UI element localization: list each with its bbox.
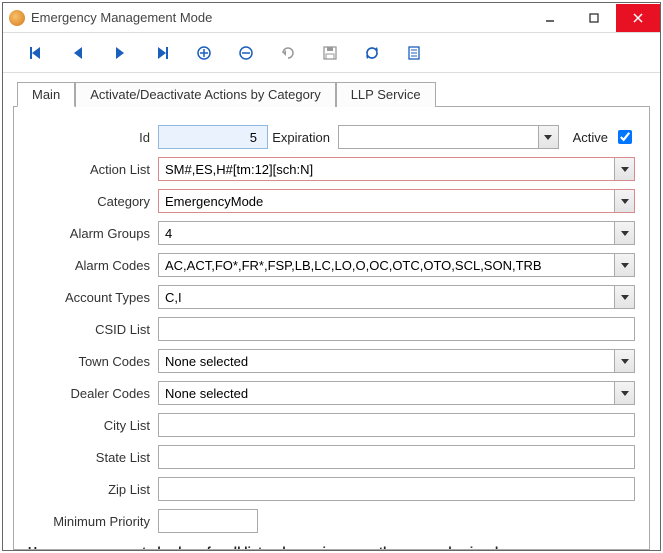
active-checkbox[interactable]	[618, 130, 632, 144]
expiration-field[interactable]	[338, 125, 559, 149]
id-field[interactable]	[158, 125, 268, 149]
app-icon	[9, 10, 25, 26]
action-list-field[interactable]	[158, 157, 635, 181]
alarm-codes-dropdown-button[interactable]	[614, 254, 634, 276]
minimum-priority-field[interactable]	[158, 509, 258, 533]
label-account-types: Account Types	[28, 290, 158, 305]
next-record-button[interactable]	[109, 42, 131, 64]
category-dropdown-button[interactable]	[614, 190, 634, 212]
label-category: Category	[28, 194, 158, 209]
form-hint: Use comma separated values for all lists…	[28, 541, 635, 550]
label-minimum-priority: Minimum Priority	[28, 514, 158, 529]
label-zip-list: Zip List	[28, 482, 158, 497]
label-alarm-groups: Alarm Groups	[28, 226, 158, 241]
dealer-codes-field[interactable]	[158, 381, 635, 405]
notes-button[interactable]	[403, 42, 425, 64]
expiration-dropdown-button[interactable]	[538, 126, 558, 148]
save-button[interactable]	[319, 42, 341, 64]
label-id: Id	[28, 130, 158, 145]
state-list-field[interactable]	[158, 445, 635, 469]
add-button[interactable]	[193, 42, 215, 64]
tab-area: Main Activate/Deactivate Actions by Cate…	[3, 73, 660, 550]
window: Emergency Management Mode Main Act	[2, 2, 661, 551]
tab-main[interactable]: Main	[17, 82, 75, 107]
alarm-groups-dropdown-button[interactable]	[614, 222, 634, 244]
refresh-button[interactable]	[361, 42, 383, 64]
minimize-button[interactable]	[528, 4, 572, 32]
label-action-list: Action List	[28, 162, 158, 177]
undo-button[interactable]	[277, 42, 299, 64]
close-button[interactable]	[616, 4, 660, 32]
label-state-list: State List	[28, 450, 158, 465]
titlebar: Emergency Management Mode	[3, 3, 660, 33]
label-city-list: City List	[28, 418, 158, 433]
prev-record-button[interactable]	[67, 42, 89, 64]
label-dealer-codes: Dealer Codes	[28, 386, 158, 401]
zip-list-field[interactable]	[158, 477, 635, 501]
csid-list-field[interactable]	[158, 317, 635, 341]
alarm-groups-field[interactable]	[158, 221, 635, 245]
label-csid-list: CSID List	[28, 322, 158, 337]
remove-button[interactable]	[235, 42, 257, 64]
toolbar	[3, 33, 660, 73]
tab-llp[interactable]: LLP Service	[336, 82, 436, 107]
window-title: Emergency Management Mode	[31, 10, 528, 25]
town-codes-field[interactable]	[158, 349, 635, 373]
label-expiration: Expiration	[268, 130, 338, 145]
alarm-codes-field[interactable]	[158, 253, 635, 277]
tab-actions[interactable]: Activate/Deactivate Actions by Category	[75, 82, 336, 107]
first-record-button[interactable]	[25, 42, 47, 64]
town-codes-dropdown-button[interactable]	[614, 350, 634, 372]
maximize-button[interactable]	[572, 4, 616, 32]
label-town-codes: Town Codes	[28, 354, 158, 369]
account-types-dropdown-button[interactable]	[614, 286, 634, 308]
dealer-codes-dropdown-button[interactable]	[614, 382, 634, 404]
label-active: Active	[559, 130, 614, 145]
label-alarm-codes: Alarm Codes	[28, 258, 158, 273]
last-record-button[interactable]	[151, 42, 173, 64]
action-list-dropdown-button[interactable]	[614, 158, 634, 180]
tab-strip: Main Activate/Deactivate Actions by Cate…	[13, 81, 650, 106]
account-types-field[interactable]	[158, 285, 635, 309]
tab-panel-main: Id Expiration Active Action List	[13, 106, 650, 550]
city-list-field[interactable]	[158, 413, 635, 437]
category-field[interactable]	[158, 189, 635, 213]
